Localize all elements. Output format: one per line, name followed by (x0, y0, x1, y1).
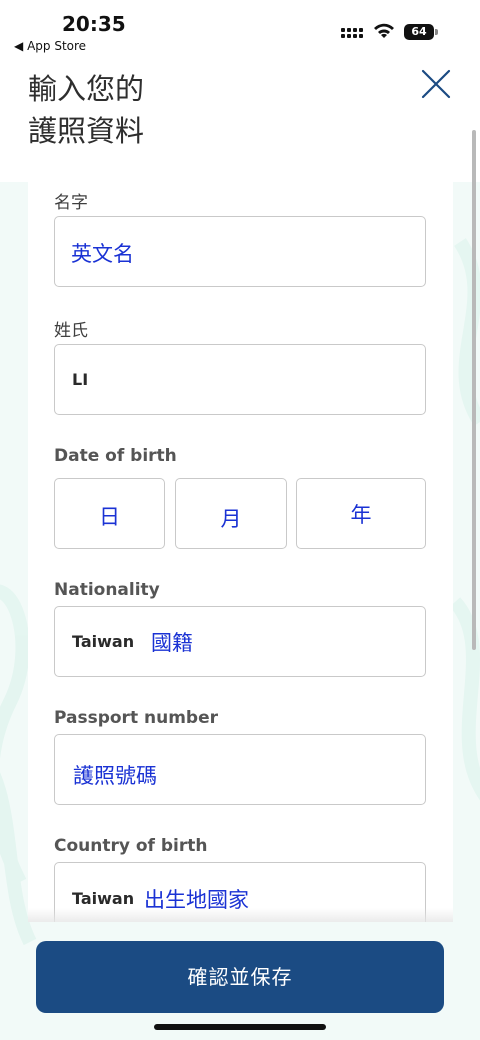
page-title-line-2: 護照資料 (28, 114, 145, 148)
nationality-field[interactable]: Taiwan 國籍 (54, 606, 426, 677)
scrollbar[interactable] (472, 130, 476, 650)
cellular-signal-icon (341, 26, 365, 40)
passport-number-label: Passport number (54, 708, 218, 728)
passport-number-annotation: 護照號碼 (73, 764, 157, 788)
dob-day-annotation: 日 (99, 505, 120, 529)
status-time: 20:35 (62, 12, 126, 36)
country-of-birth-label: Country of birth (54, 836, 208, 856)
date-of-birth-label: Date of birth (54, 446, 177, 466)
back-app-label: App Store (27, 39, 87, 53)
back-triangle-icon: ◀ (14, 39, 24, 53)
dob-day-field[interactable]: 日 (54, 478, 165, 549)
status-bar: 20:35 ◀ App Store 64 (0, 0, 480, 60)
first-name-label: 名字 (54, 193, 88, 213)
country-of-birth-value: Taiwan (72, 889, 135, 908)
page-title-line-1: 輸入您的 (28, 72, 145, 106)
last-name-label: 姓氏 (54, 321, 88, 341)
confirm-save-button[interactable]: 確認並保存 (36, 941, 444, 1013)
home-indicator (154, 1024, 326, 1030)
page-header: 輸入您的 護照資料 (0, 60, 480, 182)
last-name-value: LI (72, 370, 89, 389)
last-name-field[interactable]: LI (54, 344, 426, 415)
first-name-annotation: 英文名 (71, 242, 134, 266)
battery-tip (435, 29, 438, 35)
scroll-fade (28, 908, 453, 922)
close-icon[interactable] (418, 66, 454, 102)
nationality-annotation: 國籍 (151, 631, 193, 655)
passport-form-card: 名字 英文名 姓氏 LI Date of birth 日 月 年 Nationa… (28, 182, 453, 922)
dob-month-field[interactable]: 月 (175, 478, 287, 549)
dob-year-annotation: 年 (350, 503, 372, 527)
nationality-label: Nationality (54, 580, 160, 600)
first-name-field[interactable]: 英文名 (54, 216, 426, 287)
dob-month-annotation: 月 (220, 507, 242, 531)
page-title: 輸入您的 護照資料 (28, 68, 288, 152)
wifi-icon (374, 23, 394, 38)
passport-number-field[interactable]: 護照號碼 (54, 734, 426, 805)
battery-icon: 64 (404, 24, 434, 40)
dob-year-field[interactable]: 年 (296, 478, 426, 549)
nationality-value: Taiwan (72, 632, 135, 651)
back-to-app-link[interactable]: ◀ App Store (14, 39, 86, 53)
